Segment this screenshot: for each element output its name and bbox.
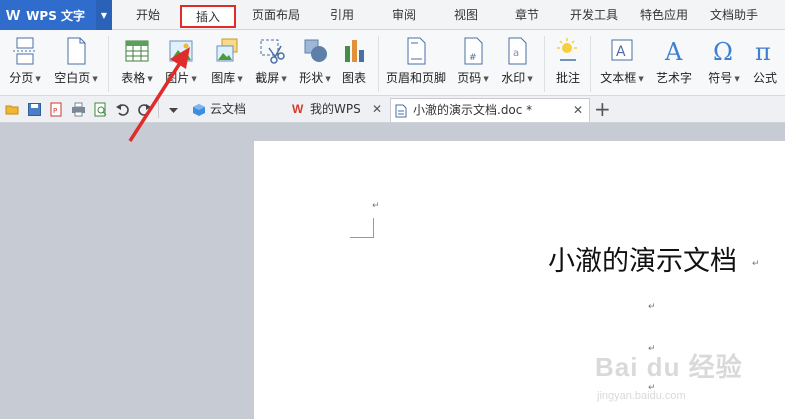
ribbon-divider bbox=[378, 36, 379, 92]
comment-button[interactable]: 批注 bbox=[550, 34, 586, 92]
watermark-icon: a bbox=[508, 37, 527, 65]
tab-view[interactable]: 视图 bbox=[444, 0, 488, 30]
tab-insert[interactable]: 插入 bbox=[180, 5, 236, 28]
tab-home[interactable]: 开始 bbox=[126, 0, 170, 30]
tab-chapter[interactable]: 章节 bbox=[505, 0, 549, 30]
blank-page-label: 空白页 bbox=[54, 71, 91, 85]
page-number-icon: # bbox=[464, 37, 483, 65]
svg-text:#: # bbox=[469, 53, 477, 63]
tab-references[interactable]: 引用 bbox=[320, 0, 364, 30]
tab-review[interactable]: 审阅 bbox=[382, 0, 426, 30]
menu-tab-bar: W WPS 文字 ▼ 开始 插入 页面布局 引用 审阅 视图 章节 开发工具 特… bbox=[0, 0, 785, 30]
wordart-button[interactable]: A 艺术字 bbox=[652, 34, 696, 92]
ribbon-divider bbox=[108, 36, 109, 92]
tab-my-wps[interactable]: W 我的WPS ✕ bbox=[290, 98, 386, 122]
tab-my-wps-label: 我的WPS bbox=[310, 102, 361, 116]
watermark-url: jingyan.baidu.com bbox=[597, 390, 686, 402]
svg-text:A: A bbox=[616, 44, 626, 60]
new-tab-plus-icon[interactable]: + bbox=[594, 97, 611, 121]
shapes-icon bbox=[304, 39, 327, 62]
tab-cloud-docs[interactable]: 云文档 bbox=[190, 98, 284, 122]
watermark-button[interactable]: a 水印 ▼ bbox=[496, 34, 538, 92]
blank-page-icon bbox=[67, 37, 86, 65]
margin-corner-marker bbox=[350, 218, 374, 238]
paragraph-mark: ↵ bbox=[372, 201, 380, 211]
formula-button[interactable]: π 公式 bbox=[748, 34, 782, 92]
tab-special[interactable]: 特色应用 bbox=[632, 0, 696, 30]
svg-text:P: P bbox=[53, 107, 57, 115]
print-preview-icon[interactable] bbox=[93, 102, 108, 117]
page-number-button[interactable]: # 页码 ▼ bbox=[452, 34, 494, 92]
header-footer-button[interactable]: 页眉和页脚 bbox=[384, 34, 448, 92]
formula-label: 公式 bbox=[752, 71, 777, 85]
shapes-button[interactable]: 形状 ▼ bbox=[294, 34, 336, 92]
close-icon[interactable]: ✕ bbox=[573, 99, 583, 121]
close-icon[interactable]: ✕ bbox=[372, 98, 382, 120]
page-break-icon bbox=[13, 37, 37, 65]
screenshot-label: 截屏 bbox=[255, 71, 280, 85]
gallery-label: 图库 bbox=[211, 71, 236, 85]
chevron-down-icon[interactable]: ▼ bbox=[96, 0, 112, 30]
wordart-label: 艺术字 bbox=[655, 71, 692, 85]
page-break-button[interactable]: 分页 ▼ bbox=[4, 34, 46, 92]
ribbon-divider bbox=[544, 36, 545, 92]
paragraph-mark: ↵ bbox=[752, 259, 760, 269]
screenshot-button[interactable]: 截屏 ▼ bbox=[250, 34, 292, 92]
header-footer-label: 页眉和页脚 bbox=[385, 71, 446, 85]
app-title: WPS 文字 bbox=[26, 8, 86, 23]
insert-ribbon: 分页 ▼ 空白页 ▼ 表格 ▼ 图片 ▼ 图库 ▼ 截屏 ▼ 形状 ▼ 图表 页… bbox=[0, 30, 785, 96]
open-folder-icon[interactable] bbox=[5, 102, 20, 117]
ribbon-divider bbox=[590, 36, 591, 92]
document-icon bbox=[395, 104, 407, 118]
textbox-label: 文本框 bbox=[600, 71, 637, 85]
tab-assistant[interactable]: 文档助手 bbox=[702, 0, 766, 30]
page-number-label: 页码 bbox=[457, 71, 482, 85]
gallery-button[interactable]: 图库 ▼ bbox=[206, 34, 248, 92]
textbox-button[interactable]: A 文本框 ▼ bbox=[596, 34, 648, 92]
page-break-label: 分页 bbox=[9, 71, 34, 85]
svg-text:π: π bbox=[755, 38, 771, 66]
header-footer-icon bbox=[407, 37, 426, 65]
scissors-icon bbox=[260, 39, 285, 64]
tab-cloud-docs-label: 云文档 bbox=[210, 102, 247, 116]
watermark-label: 水印 bbox=[501, 71, 526, 85]
app-menu-button[interactable]: W WPS 文字 ▼ bbox=[0, 0, 112, 30]
svg-text:Ω: Ω bbox=[713, 38, 733, 66]
pi-icon: π bbox=[755, 38, 771, 66]
textbox-icon: A bbox=[611, 39, 633, 61]
red-arrow-annotation bbox=[128, 47, 190, 142]
chart-label: 图表 bbox=[341, 71, 366, 85]
gallery-icon bbox=[216, 38, 238, 62]
svg-text:A: A bbox=[664, 38, 683, 66]
watermark-brand: Bai du 经验 bbox=[595, 352, 743, 382]
tab-developer[interactable]: 开发工具 bbox=[562, 0, 626, 30]
symbol-button[interactable]: Ω 符号 ▼ bbox=[702, 34, 746, 92]
document-title[interactable]: 小澈的演示文档 bbox=[548, 239, 737, 278]
save-icon[interactable] bbox=[27, 102, 42, 117]
comment-icon bbox=[557, 38, 577, 61]
paragraph-mark: ↵ bbox=[648, 302, 656, 312]
comment-label: 批注 bbox=[555, 71, 580, 85]
wps-logo-icon: W bbox=[292, 102, 304, 116]
chart-icon bbox=[345, 40, 364, 62]
omega-icon: Ω bbox=[713, 38, 733, 66]
print-icon[interactable] bbox=[71, 102, 86, 117]
quick-access-bar: P 云文档 W 我的WPS ✕ 小澈的演示文档.doc * ✕ + bbox=[0, 96, 785, 123]
blank-page-button[interactable]: 空白页 ▼ bbox=[50, 34, 102, 92]
svg-text:a: a bbox=[513, 48, 519, 59]
chart-button[interactable]: 图表 bbox=[338, 34, 370, 92]
symbol-label: 符号 bbox=[708, 71, 733, 85]
tab-current-document[interactable]: 小澈的演示文档.doc * ✕ bbox=[390, 98, 590, 122]
wps-logo-icon: W bbox=[6, 6, 21, 24]
baidu-watermark: Bai du 经验 jingyan.baidu.com bbox=[595, 347, 743, 402]
tab-current-document-label: 小澈的演示文档.doc * bbox=[413, 103, 533, 117]
wordart-icon: A bbox=[664, 38, 683, 66]
tab-page-layout[interactable]: 页面布局 bbox=[244, 0, 308, 30]
export-pdf-icon[interactable]: P bbox=[49, 102, 64, 117]
document-page[interactable]: ↵ 小澈的演示文档 ↵ ↵ ↵ ↵ Bai du 经验 jingyan.baid… bbox=[254, 141, 785, 419]
shapes-label: 形状 bbox=[299, 71, 324, 85]
